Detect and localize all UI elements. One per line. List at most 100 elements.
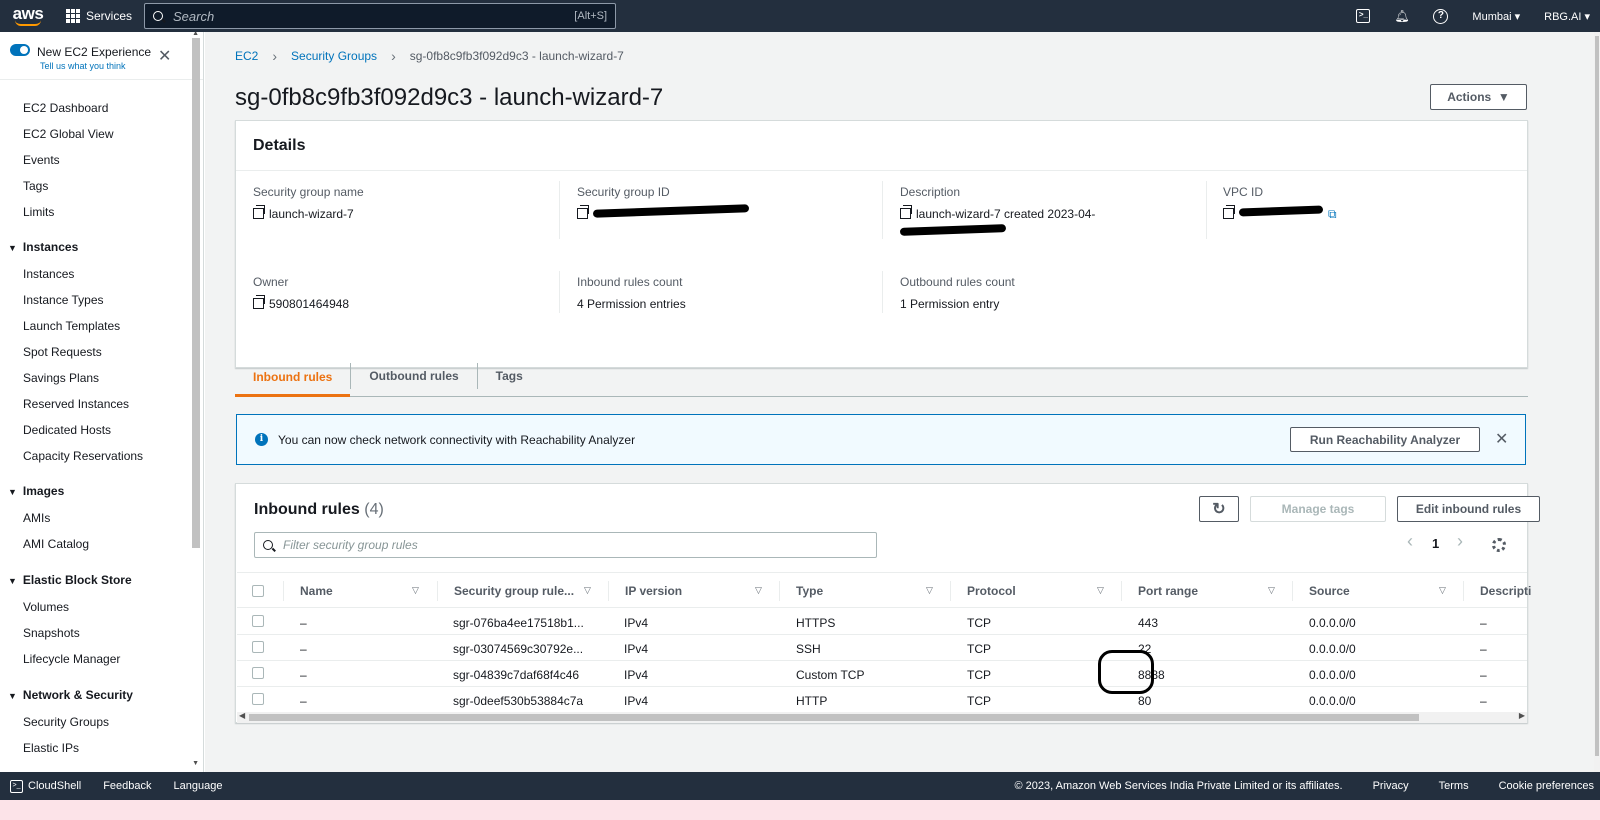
refresh-button[interactable]: ↻ <box>1199 496 1239 522</box>
table-row[interactable]: – sgr-076ba4ee17518b1... IPv4 HTTPS TCP … <box>237 609 1527 635</box>
tab-tags[interactable]: Tags <box>478 363 541 389</box>
table-row[interactable]: – sgr-0deef530b53884c7a IPv4 HTTP TCP 80… <box>237 687 1527 713</box>
search-input[interactable]: Search [Alt+S] <box>144 3 617 29</box>
aws-logo[interactable]: aws <box>6 0 50 32</box>
column-header-name[interactable]: Name <box>300 584 333 598</box>
sort-icon[interactable]: ▽ <box>926 585 933 596</box>
region-selector[interactable]: Mumbai ▾ <box>1472 10 1520 23</box>
sidebar-item-volumes[interactable]: Volumes <box>23 600 69 614</box>
scroll-up-icon[interactable]: ▲ <box>192 32 199 37</box>
cell-source: 0.0.0.0/0 <box>1309 616 1356 630</box>
breadcrumb-security-groups[interactable]: Security Groups <box>291 49 377 63</box>
column-header-source[interactable]: Source <box>1309 584 1350 598</box>
bell-icon[interactable]: 🔔︎ <box>1394 9 1409 24</box>
sidebar-item-instance-types[interactable]: Instance Types <box>23 293 104 307</box>
sidebar-item-instances[interactable]: Instances <box>23 267 74 281</box>
gear-icon[interactable] <box>1492 538 1506 552</box>
sidebar-item-events[interactable]: Events <box>23 153 60 167</box>
scrollbar-thumb[interactable] <box>249 714 1419 721</box>
close-icon[interactable]: ✕ <box>158 46 171 66</box>
copy-icon[interactable] <box>900 205 912 219</box>
sidebar-item-ec2-dashboard[interactable]: EC2 Dashboard <box>23 101 108 115</box>
actions-button[interactable]: Actions ▼ <box>1430 84 1527 110</box>
scroll-left-icon[interactable]: ◀ <box>239 711 245 720</box>
row-checkbox[interactable] <box>252 693 264 705</box>
sidebar-item-elastic-ips[interactable]: Elastic IPs <box>23 741 79 755</box>
sidebar-item-limits[interactable]: Limits <box>23 205 54 219</box>
page-number[interactable]: 1 <box>1432 536 1439 551</box>
sidebar-item-ami-catalog[interactable]: AMI Catalog <box>23 537 89 551</box>
main-scrollbar[interactable] <box>1594 32 1600 772</box>
external-link-icon[interactable]: ⧉ <box>1328 207 1337 222</box>
feedback-link[interactable]: Feedback <box>103 780 151 792</box>
sidebar-item-snapshots[interactable]: Snapshots <box>23 626 80 640</box>
scroll-down-icon[interactable]: ▼ <box>192 760 199 767</box>
column-header-type[interactable]: Type <box>796 584 823 598</box>
sidebar-item-amis[interactable]: AMIs <box>23 511 50 525</box>
copy-icon[interactable] <box>253 205 265 219</box>
filter-rules-input[interactable]: Filter security group rules <box>254 532 877 558</box>
tab-inbound-rules[interactable]: Inbound rules <box>235 357 351 397</box>
account-menu[interactable]: RBG.AI ▾ <box>1544 10 1590 23</box>
edit-inbound-rules-button[interactable]: Edit inbound rules <box>1397 496 1540 522</box>
copy-icon[interactable] <box>253 295 265 309</box>
sort-icon[interactable]: ▽ <box>1097 585 1104 596</box>
cloudshell-button[interactable]: >_ CloudShell <box>10 779 81 793</box>
redacted-scribble <box>899 224 1007 236</box>
help-icon[interactable]: ? <box>1433 8 1449 24</box>
select-all-checkbox[interactable] <box>252 585 264 597</box>
sidebar-item-security-groups[interactable]: Security Groups <box>23 715 109 729</box>
new-experience-toggle[interactable] <box>10 44 30 56</box>
sort-icon[interactable]: ▽ <box>755 585 762 596</box>
scroll-right-icon[interactable]: ▶ <box>1519 711 1525 720</box>
sidebar-item-launch-templates[interactable]: Launch Templates <box>23 319 120 333</box>
copy-icon[interactable] <box>577 205 589 219</box>
sidebar-section-instances[interactable]: ▼ Instances <box>8 240 78 254</box>
sidebar-section-ebs[interactable]: ▼ Elastic Block Store <box>8 573 132 587</box>
privacy-link[interactable]: Privacy <box>1373 780 1409 792</box>
services-menu[interactable]: Services <box>66 9 132 23</box>
column-header-protocol[interactable]: Protocol <box>967 584 1016 598</box>
table-row[interactable]: – sgr-04839c7daf68f4c46 IPv4 Custom TCP … <box>237 661 1527 687</box>
column-header-ip-version[interactable]: IP version <box>625 584 682 598</box>
manage-tags-button[interactable]: Manage tags <box>1250 496 1386 522</box>
next-page-icon[interactable]: › <box>1457 531 1463 552</box>
sidebar-item-tags[interactable]: Tags <box>23 179 48 193</box>
copy-icon[interactable] <box>1223 205 1235 219</box>
terms-link[interactable]: Terms <box>1439 780 1469 792</box>
row-checkbox[interactable] <box>252 641 264 653</box>
breadcrumb-ec2[interactable]: EC2 <box>235 49 258 63</box>
sidebar-section-images[interactable]: ▼ Images <box>8 484 64 498</box>
row-checkbox[interactable] <box>252 615 264 627</box>
run-reachability-analyzer-button[interactable]: Run Reachability Analyzer <box>1290 427 1480 452</box>
sort-icon[interactable]: ▽ <box>584 585 591 596</box>
cookie-preferences-link[interactable]: Cookie preferences <box>1499 780 1594 792</box>
close-icon[interactable]: ✕ <box>1495 429 1508 449</box>
row-checkbox[interactable] <box>252 667 264 679</box>
table-row[interactable]: – sgr-03074569c30792e... IPv4 SSH TCP 22… <box>237 635 1527 661</box>
sidebar-item-lifecycle-manager[interactable]: Lifecycle Manager <box>23 652 120 666</box>
sidebar-item-dedicated-hosts[interactable]: Dedicated Hosts <box>23 423 111 437</box>
sidebar-section-network-security[interactable]: ▼ Network & Security <box>8 688 133 702</box>
column-header-rule-id[interactable]: Security group rule... <box>454 584 574 598</box>
column-header-description[interactable]: Descripti <box>1480 584 1531 598</box>
sidebar-item-spot-requests[interactable]: Spot Requests <box>23 345 102 359</box>
details-heading: Details <box>236 121 1527 171</box>
language-link[interactable]: Language <box>174 780 223 792</box>
cell-name: – <box>300 616 307 630</box>
grid-icon <box>66 9 80 23</box>
column-header-port-range[interactable]: Port range <box>1138 584 1198 598</box>
tab-outbound-rules[interactable]: Outbound rules <box>350 363 478 389</box>
sidebar-item-ec2-global-view[interactable]: EC2 Global View <box>23 127 114 141</box>
sort-icon[interactable]: ▽ <box>412 585 419 596</box>
sort-icon[interactable]: ▽ <box>1439 585 1446 596</box>
table-horizontal-scrollbar[interactable]: ◀ ▶ <box>237 711 1527 723</box>
sort-icon[interactable]: ▽ <box>1268 585 1275 596</box>
sidebar-scrollbar[interactable] <box>192 38 200 548</box>
feedback-link[interactable]: Tell us what you think <box>40 61 126 71</box>
sidebar-item-savings-plans[interactable]: Savings Plans <box>23 371 99 385</box>
prev-page-icon[interactable]: ‹ <box>1407 531 1413 552</box>
cloudshell-icon[interactable]: >_ <box>1356 9 1371 23</box>
sidebar-item-reserved-instances[interactable]: Reserved Instances <box>23 397 129 411</box>
sidebar-item-capacity-reservations[interactable]: Capacity Reservations <box>23 449 143 463</box>
